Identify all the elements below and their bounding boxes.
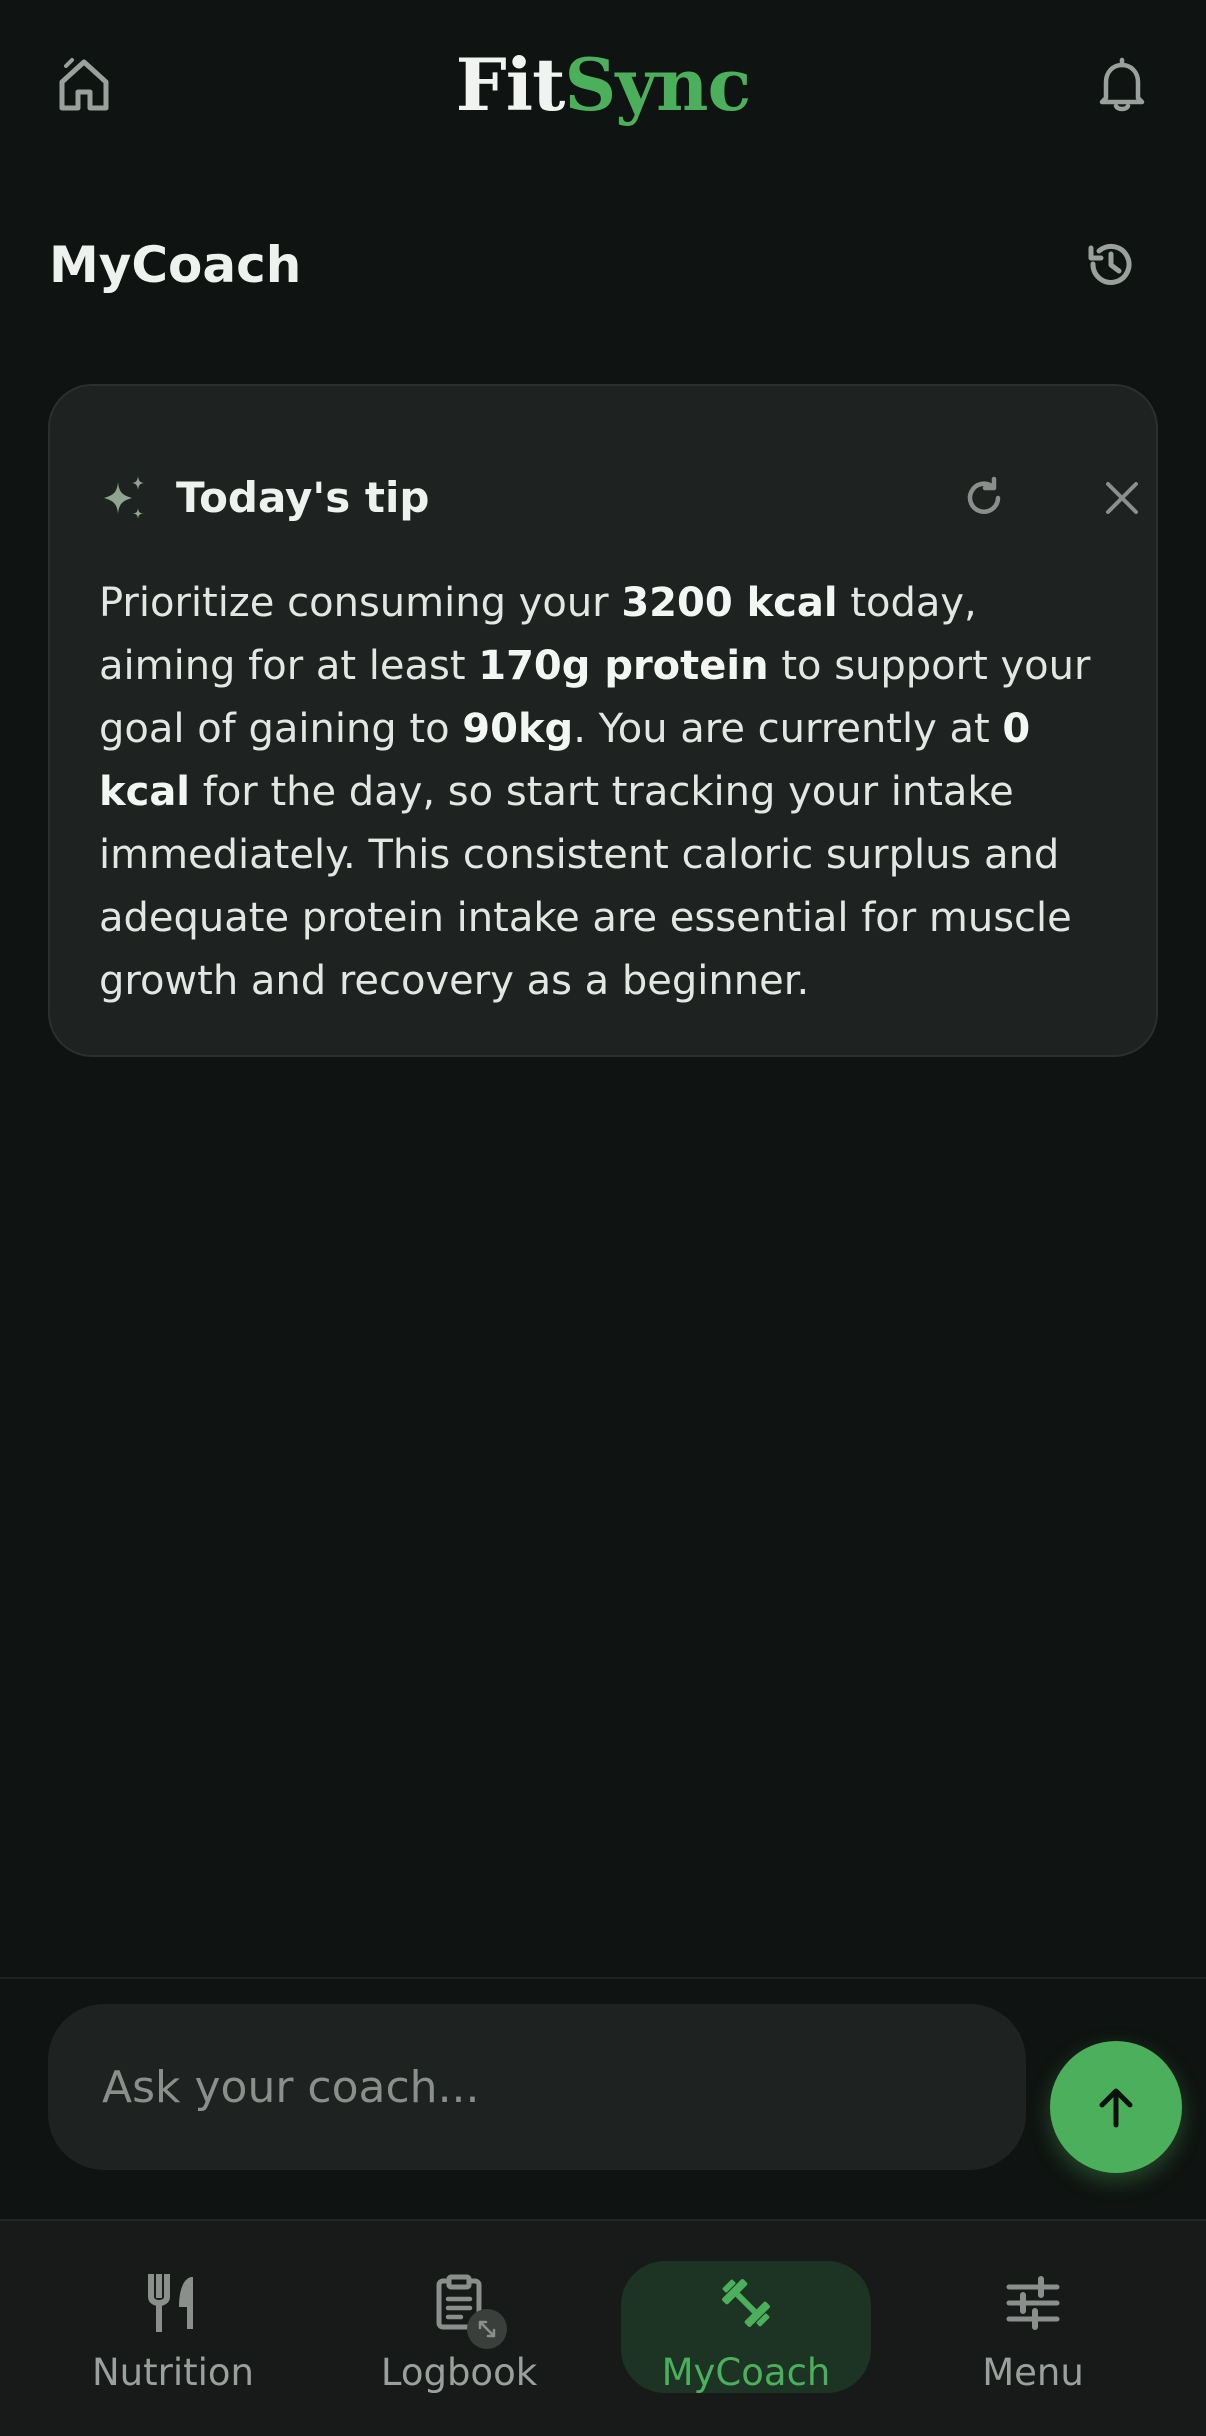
notifications-button[interactable] — [1086, 48, 1158, 120]
app-logo: FitSync — [0, 40, 1206, 130]
dumbbell-icon — [722, 2279, 770, 2327]
history-icon — [1088, 243, 1132, 285]
sliders-icon — [1006, 2276, 1060, 2330]
page-title: MyCoach — [49, 236, 302, 294]
send-button[interactable] — [1050, 2041, 1182, 2173]
bottom-nav: Nutrition Logbook MyCoach Menu — [0, 2219, 1206, 2436]
tip-title: Today's tip — [176, 473, 430, 522]
logo-fit: Fit — [455, 42, 566, 127]
close-icon — [1106, 482, 1138, 514]
nav-label-mycoach: MyCoach — [661, 2351, 831, 2394]
refresh-icon — [967, 476, 1001, 514]
tip-card: Today's tip Prioritize consuming your 32… — [48, 384, 1158, 1057]
tip-text: . You are currently at — [573, 706, 1003, 752]
coach-chat-input[interactable] — [48, 2004, 1026, 2170]
bell-icon — [1099, 57, 1145, 112]
app-screen: FitSync MyCoach Today's tip Prioritize c… — [0, 0, 1206, 2436]
nav-label-nutrition: Nutrition — [91, 2351, 254, 2394]
tip-highlight: 90kg — [462, 706, 574, 752]
nav-item-mycoach[interactable]: MyCoach — [621, 2261, 871, 2393]
nav-label-menu: Menu — [982, 2351, 1084, 2394]
tip-body: Prioritize consuming your 3200 kcal toda… — [99, 572, 1119, 1013]
tip-text: for the day, so start tracking your inta… — [99, 769, 1072, 1004]
tip-text: Prioritize consuming your — [99, 580, 622, 626]
close-tip-button[interactable] — [1088, 464, 1156, 532]
logo-sync: Sync — [564, 42, 751, 127]
history-button[interactable] — [1075, 228, 1147, 300]
tip-header: Today's tip — [98, 462, 1138, 532]
tip-highlight: 170g protein — [478, 643, 769, 689]
nav-item-menu[interactable]: Menu — [938, 2261, 1128, 2393]
expand-badge — [467, 2309, 507, 2349]
nav-label-logbook: Logbook — [380, 2351, 538, 2394]
tip-highlight: 3200 kcal — [621, 580, 838, 626]
nav-item-nutrition[interactable]: Nutrition — [78, 2261, 268, 2393]
chat-input-area — [0, 1977, 1206, 2219]
sparkle-icon — [104, 476, 144, 519]
arrow-up-icon — [1099, 2088, 1133, 2128]
top-bar: FitSync — [0, 0, 1206, 175]
nav-item-logbook[interactable]: Logbook — [364, 2261, 554, 2393]
refresh-tip-button[interactable] — [950, 464, 1018, 532]
fork-knife-icon — [148, 2274, 193, 2332]
expand-icon — [478, 2320, 496, 2338]
